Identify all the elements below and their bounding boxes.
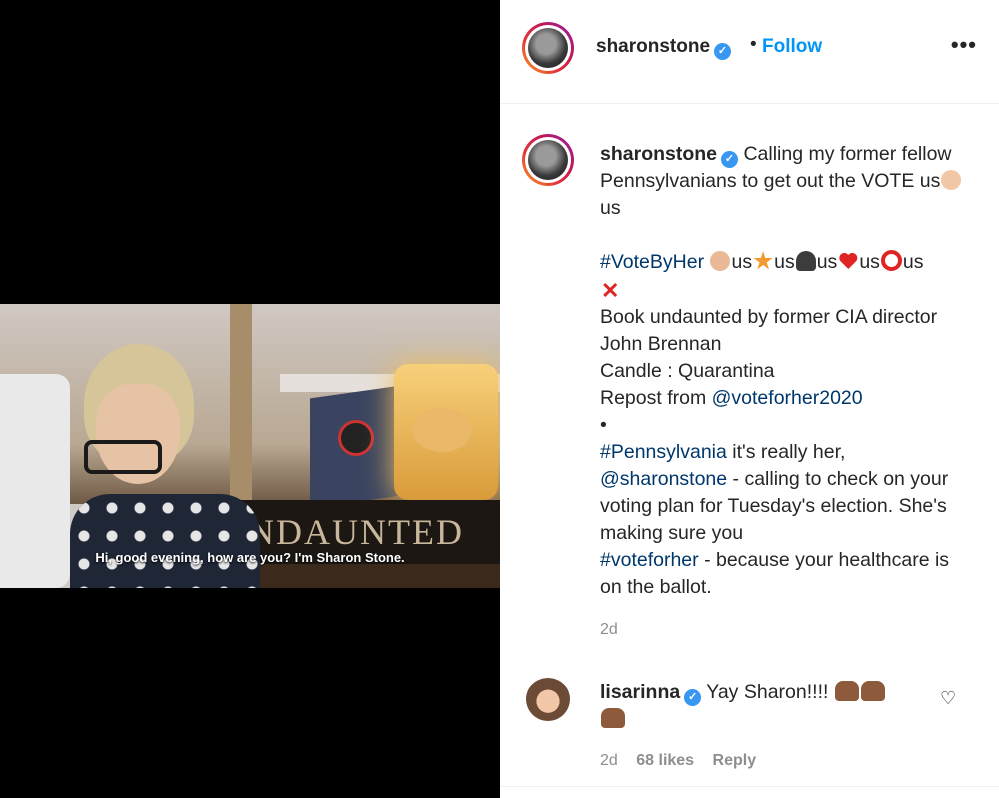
caption-pa-rest: it's really her, — [726, 441, 846, 463]
candle-label — [412, 408, 472, 452]
video-subtitle: Hi, good evening, how are you? I'm Sharo… — [95, 550, 405, 565]
avatar-photo — [528, 140, 568, 180]
repost-prefix: Repost from — [600, 387, 707, 409]
header-username[interactable]: sharonstone ✓ — [596, 36, 732, 60]
raising-hands-emoji-icon — [860, 681, 885, 701]
header-avatar[interactable] — [522, 22, 574, 74]
fist-emoji-icon — [710, 251, 731, 271]
post-timestamp[interactable]: 2d — [600, 621, 618, 639]
hashtag-pennsylvania[interactable]: #Pennsylvania — [600, 441, 727, 463]
header-username-text[interactable]: sharonstone — [596, 36, 710, 57]
caption-avatar[interactable] — [522, 134, 574, 186]
like-comment-heart-icon[interactable]: ♡ — [940, 688, 956, 709]
comment-meta: 2d 68 likes Reply — [600, 752, 770, 770]
comment-username[interactable]: lisarinna — [600, 681, 680, 703]
more-options-icon[interactable]: ••• — [951, 32, 977, 58]
glasses — [84, 440, 162, 474]
raising-hands-emoji-icon — [834, 681, 859, 701]
caption-book-line: Book undaunted by former CIA director Jo… — [600, 306, 938, 355]
separator-dot: • — [750, 34, 757, 55]
emoji-us: us — [816, 251, 838, 273]
bottom-divider — [500, 786, 999, 787]
caption-bullet: • — [600, 414, 607, 436]
avatar-photo — [528, 28, 568, 68]
raising-hands-emoji-icon — [601, 708, 625, 728]
comment: lisarinna ✓ Yay Sharon!!!! — [600, 679, 920, 733]
clapping-hands-emoji-icon — [941, 170, 962, 190]
comment-likes[interactable]: 68 likes — [636, 752, 694, 769]
post-panel: sharonstone ✓ • Follow ••• sharonstone ✓ C… — [500, 0, 999, 798]
emoji-us: us — [731, 251, 753, 273]
verified-icon: ✓ — [714, 43, 732, 60]
collision-emoji-icon — [753, 251, 773, 270]
verified-icon: ✓ — [721, 151, 739, 168]
mention-sharonstone[interactable]: @sharonstone — [600, 468, 727, 490]
hashtag-votebyher[interactable]: #VoteByHer — [600, 251, 704, 273]
header-divider — [500, 103, 999, 104]
caption-line1-tail: us — [600, 197, 621, 219]
follow-button[interactable]: Follow — [762, 36, 822, 58]
post-media: UNDAUNTED Hi, good evening, how are you?… — [0, 0, 500, 798]
post-caption: sharonstone ✓ Calling my former fellow Pe… — [600, 141, 970, 601]
comment-time[interactable]: 2d — [600, 752, 618, 769]
helmet-emoji-icon — [795, 251, 816, 271]
caption-candle-line: Candle : Quarantina — [600, 360, 775, 382]
emoji-us: us — [859, 251, 880, 273]
emoji-us: us — [774, 251, 795, 273]
repost-handle-link[interactable]: @voteforher2020 — [712, 387, 863, 409]
comment-body: Yay Sharon!!!! — [706, 681, 829, 703]
comment-avatar[interactable] — [526, 677, 570, 721]
cross-mark-emoji-icon: ✕ — [601, 278, 620, 303]
circle-emoji-icon — [880, 250, 902, 271]
emoji-us: us — [902, 251, 924, 273]
hashtag-voteforher[interactable]: #voteforher — [600, 549, 699, 571]
caption-username[interactable]: sharonstone — [600, 143, 717, 165]
reply-button[interactable]: Reply — [713, 752, 757, 769]
heart-emoji-icon — [838, 251, 858, 271]
video-frame[interactable]: UNDAUNTED Hi, good evening, how are you?… — [0, 304, 500, 588]
vote-sticker — [338, 420, 374, 456]
dress-pattern — [70, 494, 260, 588]
verified-icon: ✓ — [684, 689, 702, 706]
